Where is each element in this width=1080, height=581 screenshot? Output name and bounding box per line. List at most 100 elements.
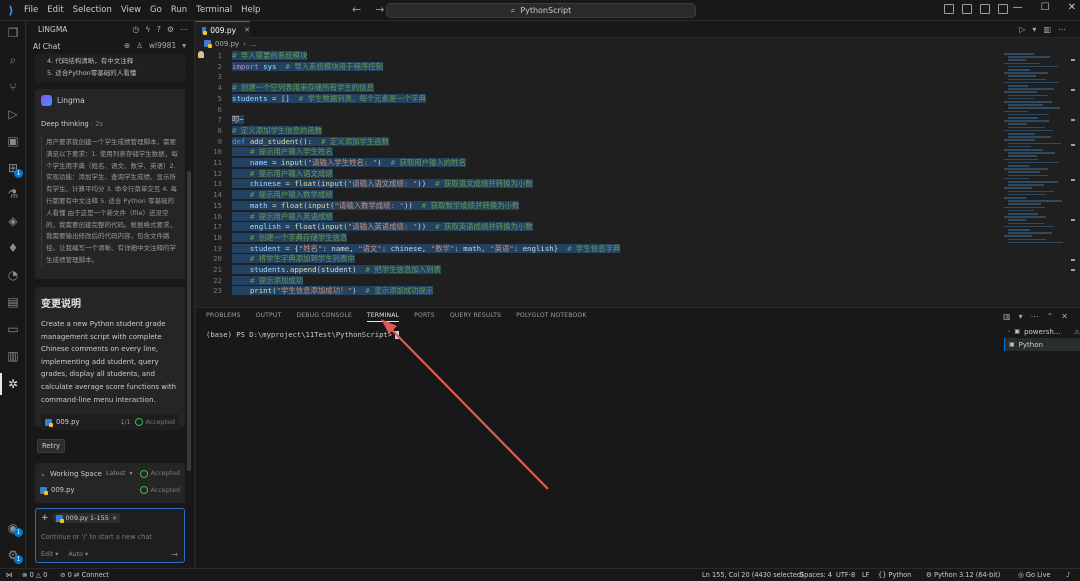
menu-edit[interactable]: Edit: [47, 5, 63, 15]
flash-icon[interactable]: ϟ: [145, 25, 150, 34]
file-chip[interactable]: 009.py 1/1 Accepted: [41, 414, 179, 431]
search-icon[interactable]: ⌕: [6, 53, 20, 67]
remote-explorer-icon[interactable]: ▣: [6, 134, 20, 148]
menu-selection[interactable]: Selection: [73, 5, 112, 15]
code-line[interactable]: 1 # 导入需要的系统模块: [196, 51, 956, 62]
settings-icon[interactable]: ⚙: [167, 25, 174, 34]
code-line[interactable]: 5 students = [] # 学生数据列表，每个元素是一个字典: [196, 93, 956, 105]
code-line[interactable]: 12 # 提示用户输入语文成绩: [196, 168, 956, 180]
code-line[interactable]: 23 print("学生信息添加成功！") # 显示添加成功提示: [196, 286, 956, 297]
split-terminal-icon[interactable]: ▥: [1003, 312, 1011, 321]
remote-icon[interactable]: ⋈: [6, 571, 13, 579]
code-line[interactable]: 3: [196, 72, 956, 83]
tab-query-results[interactable]: QUERY RESULTS: [450, 312, 501, 322]
more-icon[interactable]: ⋯: [180, 25, 188, 34]
customize-layout-icon[interactable]: [998, 4, 1008, 14]
menu-run[interactable]: Run: [171, 5, 187, 15]
code-line[interactable]: 13 chinese = float(input("请输入语文成绩: ")) #…: [196, 179, 956, 190]
chat-tab[interactable]: AI Chat: [33, 42, 60, 51]
close-panel-icon[interactable]: ✕: [1061, 312, 1068, 321]
chat-input-box[interactable]: + 009.py 1-155 ✕ Continue or '/' to star…: [35, 508, 185, 563]
code-editor[interactable]: 1 # 导入需要的系统模块 2 import sys # 导入系统模块用于程序控制 3 4…: [196, 49, 1080, 307]
tab-debug-console[interactable]: DEBUG CONSOLE: [296, 312, 351, 322]
split-editor-icon[interactable]: ▥: [1043, 25, 1051, 34]
maximize-icon[interactable]: ☐: [1041, 2, 1050, 13]
toggle-panel-icon[interactable]: [962, 4, 972, 14]
menu-go[interactable]: Go: [150, 5, 162, 15]
code-line[interactable]: 10 # 提示用户输入学生姓名: [196, 147, 956, 158]
tab-output[interactable]: OUTPUT: [256, 312, 282, 322]
package-icon[interactable]: ◈: [6, 214, 20, 228]
code-line[interactable]: 9 def add_student(): # 定义添加学生函数: [196, 136, 956, 148]
toggle-secondary-sidebar-icon[interactable]: [980, 4, 990, 14]
editor-scrollbar[interactable]: [1070, 49, 1076, 307]
context-chip[interactable]: 009.py 1-155 ✕: [52, 513, 120, 523]
command-center-search[interactable]: ⌕ PythonScript: [386, 3, 696, 18]
minimize-icon[interactable]: —: [1013, 2, 1023, 13]
run-chevron-icon[interactable]: ▾: [1032, 25, 1036, 34]
terminal-item-python[interactable]: ▣ Python: [1004, 338, 1080, 351]
code-line[interactable]: 4 # 创建一个空列表用来存储所有学生的信息: [196, 83, 956, 94]
code-line[interactable]: 8 # 定义添加学生信息的函数: [196, 125, 956, 137]
menu-help[interactable]: Help: [241, 5, 260, 15]
back-arrow-icon[interactable]: ←: [352, 3, 361, 16]
new-chat-icon[interactable]: ⊕: [124, 41, 130, 50]
code-line[interactable]: 11 name = input("请输入学生姓名: ") # 获取用户输入的姓名: [196, 158, 956, 169]
tab-problems[interactable]: PROBLEMS: [206, 312, 241, 322]
run-file-icon[interactable]: ▷: [1019, 25, 1025, 34]
code-line[interactable]: 15 math = float(input("请输入数学成绩: ")) # 获取…: [196, 200, 956, 212]
mode-select[interactable]: Edit ▾: [41, 551, 58, 558]
toggle-sidebar-icon[interactable]: [944, 4, 954, 14]
deep-thinking-toggle[interactable]: Deep thinking · 2s: [41, 120, 179, 128]
code-line[interactable]: 18 # 创建一个字典存储学生信息: [196, 232, 956, 244]
retry-button[interactable]: Retry: [37, 439, 66, 453]
tab-polyglot-notebook[interactable]: POLYGLOT NOTEBOOK: [516, 312, 586, 322]
forward-arrow-icon[interactable]: →: [375, 3, 384, 16]
close-icon[interactable]: ✕: [1068, 2, 1076, 13]
explorer-icon[interactable]: ❐: [6, 26, 20, 40]
source-control-icon[interactable]: ⑂: [6, 80, 20, 94]
code-line[interactable]: 7 叩~: [196, 115, 956, 126]
python-icon[interactable]: ♦: [6, 241, 20, 255]
menu-view[interactable]: View: [121, 5, 141, 15]
golive-status[interactable]: ◎ Go Live: [1018, 571, 1051, 579]
code-line[interactable]: 20 # 将学生字典添加到学生列表中: [196, 254, 956, 265]
run-debug-icon[interactable]: ▷: [6, 107, 20, 121]
tab-009-py[interactable]: 009.py ✕: [196, 21, 250, 38]
panel-more-icon[interactable]: ⋯: [1031, 312, 1039, 321]
connect-status[interactable]: ⇄ Connect: [74, 571, 109, 579]
maximize-panel-icon[interactable]: ⌃: [1047, 312, 1054, 321]
more-actions-icon[interactable]: ⋯: [1058, 25, 1066, 34]
breadcrumb-symbol[interactable]: ...: [250, 40, 257, 48]
breadcrumb-file[interactable]: 009.py: [215, 40, 239, 48]
minimap[interactable]: [1004, 49, 1066, 307]
code-line[interactable]: 21 students.append(student) # 把学生信息加入列表: [196, 265, 956, 276]
lingma-icon[interactable]: ✲: [6, 377, 20, 391]
container-icon[interactable]: ▭: [6, 322, 20, 336]
cursor-position[interactable]: Ln 155, Col 20 (4430 selected): [702, 571, 804, 579]
send-icon[interactable]: →: [171, 550, 178, 559]
working-space-file[interactable]: 009.py Accepted: [40, 481, 180, 499]
user-name[interactable]: wl9981: [149, 41, 176, 50]
working-space-header[interactable]: ⌄ Working Space Latest ▾ Accepted: [40, 466, 180, 481]
code-line[interactable]: 17 english = float(input("请输入英语成绩: ")) #…: [196, 222, 956, 233]
notifications-icon[interactable]: ♪: [1066, 571, 1070, 579]
history-icon[interactable]: ◷: [132, 25, 139, 34]
encoding-status[interactable]: UTF-8: [836, 571, 855, 579]
chat-input-placeholder[interactable]: Continue or '/' to start a new chat: [41, 533, 152, 541]
eol-status[interactable]: LF: [862, 571, 869, 579]
language-status[interactable]: {} Python: [878, 571, 911, 579]
edge-icon[interactable]: ◔: [6, 268, 20, 282]
working-space-version[interactable]: Latest: [106, 470, 125, 477]
sidebar-scrollbar[interactable]: [187, 171, 191, 471]
code-line[interactable]: 19 student = {"姓名": name, "语文": chinese,…: [196, 243, 956, 255]
chevron-down-icon[interactable]: ▾: [182, 41, 186, 50]
database-icon[interactable]: ▤: [6, 295, 20, 309]
terminal-chevron-icon[interactable]: ▾: [1019, 312, 1023, 321]
terminal-item-powershell[interactable]: › ▣ powersh... ⚠: [1004, 325, 1080, 338]
tab-terminal[interactable]: TERMINAL: [366, 312, 400, 322]
problems-status[interactable]: ⊗ 0 △ 0: [22, 571, 47, 579]
menu-terminal[interactable]: Terminal: [196, 5, 232, 15]
indent-status[interactable]: Spaces: 4: [800, 571, 832, 579]
model-select[interactable]: Auto ▾: [68, 551, 88, 558]
